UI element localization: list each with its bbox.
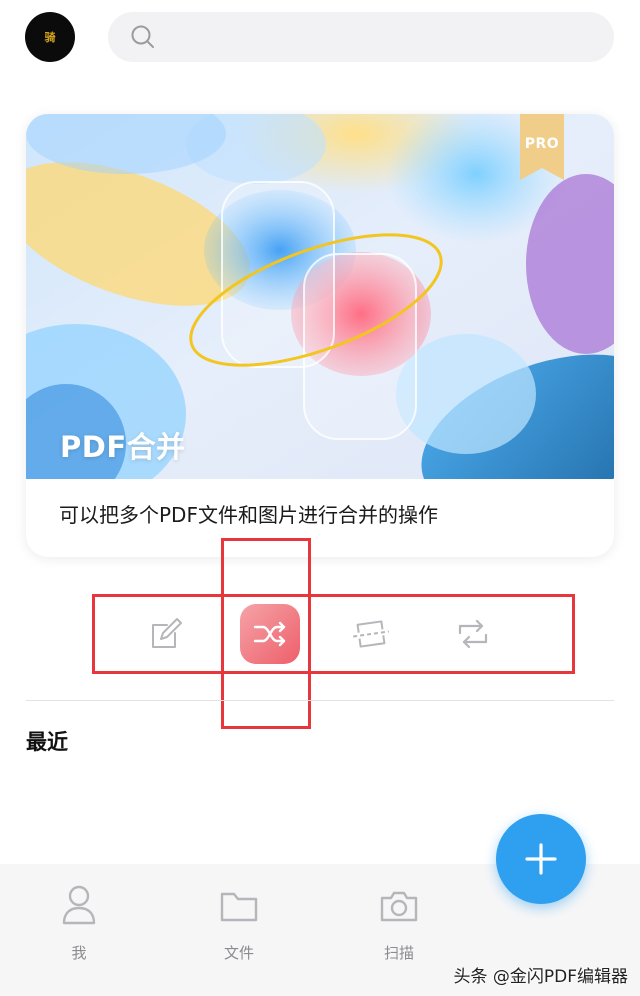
merge-tool-button[interactable] bbox=[240, 604, 300, 664]
avatar[interactable]: 骑 bbox=[25, 12, 75, 62]
edit-tool-button[interactable] bbox=[136, 604, 196, 664]
split-tool-button[interactable] bbox=[341, 604, 401, 664]
search-icon bbox=[131, 25, 154, 48]
nav-item-me[interactable]: 我 bbox=[39, 884, 119, 963]
section-divider bbox=[26, 700, 614, 701]
nav-item-scan[interactable]: 扫描 bbox=[359, 884, 439, 963]
watermark: 头条 @金闪PDF编辑器 bbox=[453, 967, 628, 987]
user-icon bbox=[62, 885, 96, 925]
nav-item-files[interactable]: 文件 bbox=[199, 884, 279, 963]
folder-icon bbox=[220, 892, 258, 922]
pro-badge: PRO bbox=[524, 136, 560, 152]
edit-icon bbox=[152, 618, 182, 648]
nav-label-files: 文件 bbox=[223, 944, 254, 962]
plus-icon bbox=[525, 843, 557, 875]
convert-tool-button[interactable] bbox=[443, 604, 503, 664]
pdf-merge-card[interactable]: PRO PDF合并 可以把多个PDF文件和图片进行合并的操作 bbox=[26, 114, 614, 557]
search-bar[interactable] bbox=[108, 12, 614, 62]
convert-icon bbox=[458, 619, 488, 649]
split-icon bbox=[353, 620, 389, 648]
add-fab-button[interactable] bbox=[496, 814, 586, 904]
recent-heading: 最近 bbox=[26, 730, 68, 754]
banner-title: PDF合并 bbox=[60, 430, 186, 464]
avatar-logo: 骑 bbox=[44, 31, 56, 44]
card-description: 可以把多个PDF文件和图片进行合并的操作 bbox=[59, 503, 438, 527]
camera-icon bbox=[380, 891, 418, 922]
nav-label-me: 我 bbox=[71, 944, 87, 962]
nav-label-scan: 扫描 bbox=[383, 944, 414, 962]
shuffle-merge-icon bbox=[253, 621, 286, 647]
feature-banner: PRO PDF合并 bbox=[26, 114, 614, 479]
